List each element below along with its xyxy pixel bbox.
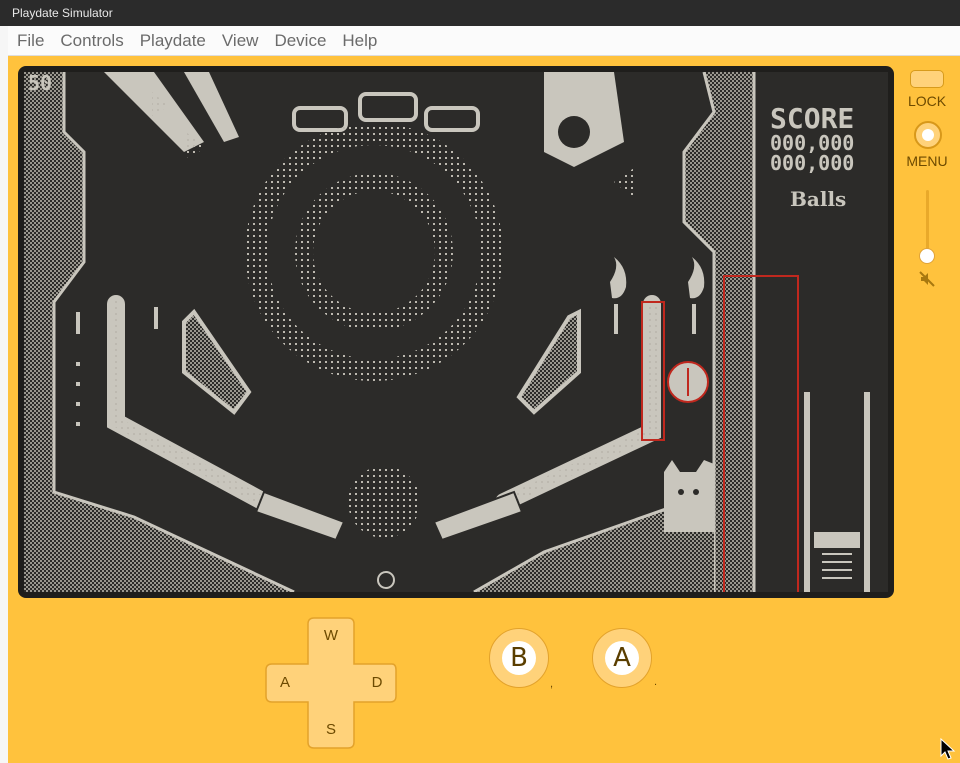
- menu-controls[interactable]: Controls: [52, 26, 131, 56]
- plunger-head: [814, 532, 860, 548]
- menu-label: MENU: [906, 153, 948, 169]
- dpad-left[interactable]: A: [270, 671, 300, 695]
- drain-dots: [348, 466, 420, 538]
- volume-track[interactable]: [926, 190, 929, 256]
- mouse-cursor-icon: [940, 738, 956, 760]
- balls-label: Balls: [790, 187, 846, 211]
- menu-playdate[interactable]: Playdate: [132, 26, 214, 56]
- pinball-playfield: 50 SCORE 000,000 000,000 Balls: [24, 72, 888, 592]
- fps-counter: 50: [28, 72, 52, 95]
- a-button[interactable]: A: [592, 628, 652, 688]
- dpad-down[interactable]: S: [316, 718, 346, 742]
- dpad-right[interactable]: D: [362, 671, 392, 695]
- dpad-up[interactable]: W: [316, 624, 346, 648]
- lane-rail-right: [864, 392, 870, 592]
- a-key-hint: .: [654, 676, 658, 688]
- lane-rail-left: [804, 392, 810, 592]
- menu-view[interactable]: View: [214, 26, 267, 56]
- a-button-label: A: [605, 641, 639, 675]
- menu-device[interactable]: Device: [266, 26, 334, 56]
- b-button-label: B: [502, 641, 536, 675]
- lock-label: LOCK: [907, 93, 947, 109]
- window-left-edge: [0, 26, 8, 763]
- playdate-screen[interactable]: 50 SCORE 000,000 000,000 Balls: [18, 66, 894, 598]
- b-key-hint: ,: [550, 678, 554, 690]
- dpad[interactable]: W A D S: [264, 616, 398, 750]
- mute-icon[interactable]: [918, 270, 936, 288]
- top-hole: [558, 116, 590, 148]
- window-title: Playdate Simulator: [12, 6, 113, 20]
- window-title-bar: Playdate Simulator: [0, 0, 960, 26]
- menu-file[interactable]: File: [8, 26, 52, 56]
- menu-bar: File Controls Playdate View Device Help: [8, 26, 960, 56]
- menu-button[interactable]: [914, 121, 942, 149]
- b-button[interactable]: B: [489, 628, 549, 688]
- lock-button[interactable]: [910, 70, 944, 88]
- score-value-2: 000,000: [770, 151, 854, 175]
- volume-slider-knob[interactable]: [919, 248, 935, 264]
- menu-help[interactable]: Help: [334, 26, 385, 56]
